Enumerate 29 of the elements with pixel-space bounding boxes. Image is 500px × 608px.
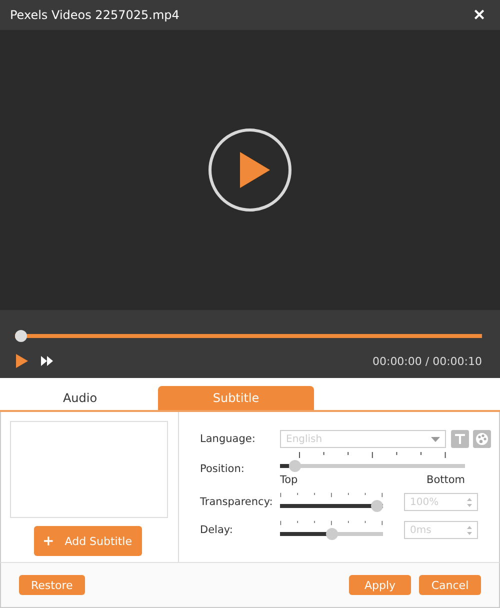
window-title: Pexels Videos 2257025.mp4 bbox=[10, 8, 180, 22]
tab[interactable]: Subtitle bbox=[158, 386, 314, 410]
slider[interactable] bbox=[280, 520, 383, 540]
setting-label: Position: bbox=[200, 463, 246, 475]
fast-forward-icon[interactable] bbox=[41, 356, 53, 366]
slider[interactable] bbox=[280, 452, 465, 472]
close-button[interactable]: ✕ bbox=[469, 6, 490, 24]
progress-thumb[interactable] bbox=[15, 330, 27, 342]
play-icon[interactable] bbox=[15, 354, 29, 368]
slider-max-label: Bottom bbox=[426, 474, 465, 486]
play-icon[interactable] bbox=[208, 128, 292, 212]
slider[interactable] bbox=[280, 492, 383, 512]
setting-label: Transparency: bbox=[200, 496, 274, 508]
spinner-arrows-icon bbox=[467, 526, 472, 534]
progress-bar[interactable] bbox=[15, 330, 482, 342]
letter-t-icon bbox=[454, 433, 466, 445]
dropdown-arrow-icon bbox=[431, 436, 440, 442]
spinner-arrows-icon bbox=[467, 498, 472, 506]
setting-label: Language: bbox=[200, 433, 256, 445]
add-subtitle-button[interactable]: Add Subtitle bbox=[34, 526, 142, 556]
apply-button[interactable]: Apply bbox=[349, 575, 411, 595]
slider-thumb[interactable] bbox=[288, 460, 301, 472]
setting-label: Delay: bbox=[200, 524, 234, 536]
tab[interactable]: Audio bbox=[2, 386, 158, 410]
time-display: 00:00:00 / 00:00:10 bbox=[372, 354, 482, 368]
cancel-button[interactable]: Cancel bbox=[419, 575, 481, 595]
restore-button[interactable]: Restore bbox=[19, 575, 85, 595]
slider-min-label: Top bbox=[280, 474, 298, 486]
palette-icon bbox=[475, 432, 489, 446]
